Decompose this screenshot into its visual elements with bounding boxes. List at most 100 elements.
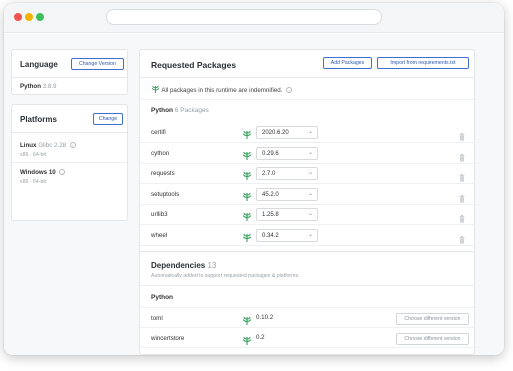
address-bar[interactable] (106, 9, 382, 25)
dependency-row: toml 0.10.2 Choose different version (140, 309, 476, 328)
language-title: Language (20, 60, 58, 69)
group-label: Python (151, 107, 174, 114)
language-value: Python 3.8.9 (20, 83, 56, 90)
dependencies-count: 13 (207, 261, 217, 270)
maximize-window-button[interactable] (36, 13, 44, 21)
chevron-down-icon: ⌄ (307, 211, 313, 217)
version-select[interactable]: 2020.6.20 ⌄ (256, 126, 318, 139)
version-select[interactable]: 0.29.6 ⌄ (256, 146, 318, 160)
tree-icon (242, 313, 252, 325)
dependencies-title: Dependencies (151, 261, 206, 270)
dependencies-group-label: Python (151, 294, 174, 301)
app-window: Language Change Version Python 3.8.9 Pla… (4, 3, 504, 355)
version-select[interactable]: 2.7.0 ⌄ (256, 167, 318, 180)
divider (140, 99, 474, 100)
platform-name: Windows 10 (20, 169, 56, 176)
indemnified-notice: All packages in this runtime are indemni… (151, 85, 293, 94)
change-platforms-button[interactable]: Change (93, 113, 123, 125)
tree-icon (242, 127, 252, 139)
notice-text: All packages in this runtime are indemni… (161, 87, 283, 94)
platforms-title: Platforms (20, 115, 57, 124)
requested-header: Requested Packages Add Packages Import f… (140, 50, 474, 78)
chevron-down-icon: ⌄ (307, 231, 313, 238)
group-count: 6 Packages (174, 107, 209, 114)
version-value: 1.25.8 (262, 212, 279, 218)
platforms-card: Platforms Change Linux Glibc 2.28 i x86 … (11, 104, 128, 221)
platform-arch: x86 · 64-bit (20, 152, 46, 158)
package-name: cython (151, 149, 170, 157)
dependencies-card: Dependencies 13 Automatically added to s… (139, 251, 476, 355)
page-content: Language Change Version Python 3.8.9 Pla… (4, 34, 504, 355)
tree-icon (242, 230, 252, 242)
package-row: setuptools 45.2.0 ⌄ (140, 185, 476, 205)
requested-packages-card: Requested Packages Add Packages Import f… (139, 49, 476, 274)
trash-icon[interactable] (459, 231, 465, 244)
minimize-window-button[interactable] (25, 13, 33, 21)
import-requirements-button[interactable]: Import from requirements.txt (377, 57, 469, 69)
language-version: 3.8.9 (42, 83, 57, 90)
package-row: requests 2.7.0 ⌄ (140, 164, 476, 184)
dependency-name: wincertstore (151, 335, 185, 342)
version-value: 45.2.0 (262, 191, 279, 198)
title-bar (4, 3, 504, 33)
info-icon[interactable]: i (69, 142, 76, 148)
trash-icon[interactable] (459, 210, 465, 223)
info-icon[interactable]: i (59, 169, 66, 175)
platform-item-linux: Linux Glibc 2.28 i x86 · 64-bit (20, 142, 76, 158)
package-name: certifi (151, 129, 166, 136)
platform-arch: x86 · 64-bit (20, 179, 46, 185)
version-select[interactable]: 0.34.2 ⌄ (256, 228, 318, 242)
platform-item-windows: Windows 10 i x86 · 64-bit (20, 169, 66, 185)
platform-name: Linux (20, 142, 37, 149)
trash-icon[interactable] (459, 149, 465, 162)
package-row: cython 0.29.6 ⌄ (140, 144, 476, 164)
dependency-version: 0.2 (256, 334, 265, 341)
close-window-button[interactable] (14, 13, 22, 21)
language-card-header: Language Change Version (12, 50, 127, 78)
package-name: urllib3 (151, 211, 168, 218)
tree-icon (242, 189, 252, 201)
choose-different-version-button[interactable]: Choose different version (396, 333, 469, 345)
tree-icon (242, 333, 252, 345)
tree-icon (242, 148, 252, 160)
dependency-row: wincertstore 0.2 Choose different version (140, 329, 476, 348)
dependency-version: 0.10.2 (256, 314, 274, 321)
chevron-down-icon: ⌄ (307, 190, 313, 197)
package-row: wheel 0.34.2 ⌄ (140, 226, 476, 246)
version-value: 0.29.6 (262, 150, 279, 157)
version-value: 0.34.2 (262, 232, 279, 239)
divider (140, 285, 474, 286)
trash-icon[interactable] (459, 128, 465, 141)
info-icon[interactable]: i (286, 87, 293, 93)
language-name: Python (20, 83, 41, 90)
dependencies-subtitle: Automatically added to support requested… (151, 273, 300, 279)
package-row: certifi 2020.6.20 ⌄ (140, 123, 476, 143)
version-select[interactable]: 1.25.8 ⌄ (256, 208, 318, 221)
chevron-down-icon: ⌄ (307, 170, 313, 176)
language-card: Language Change Version Python 3.8.9 (11, 49, 128, 95)
add-packages-button[interactable]: Add Packages (323, 57, 372, 69)
package-row: urllib3 1.25.8 ⌄ (140, 205, 476, 225)
dependency-name: toml (151, 315, 163, 322)
chevron-down-icon: ⌄ (307, 129, 313, 135)
choose-different-version-button[interactable]: Choose different version (396, 313, 469, 325)
tree-icon (151, 85, 160, 94)
version-value: 2.7.0 (262, 171, 276, 177)
package-name: setuptools (151, 190, 180, 198)
platform-detail: Glibc 2.28 (38, 142, 67, 149)
tree-icon (242, 168, 252, 180)
requested-group-header: Python 6 Packages (151, 107, 209, 114)
dependencies-heading: Dependencies 13 (151, 261, 216, 270)
change-version-button[interactable]: Change Version (71, 58, 124, 70)
version-value: 2020.6.20 (262, 130, 289, 136)
trash-icon[interactable] (459, 190, 465, 203)
trash-icon[interactable] (459, 169, 465, 182)
requested-title: Requested Packages (151, 60, 237, 70)
tree-icon (242, 209, 252, 221)
version-select[interactable]: 45.2.0 ⌄ (256, 187, 318, 201)
package-name: wheel (151, 231, 168, 239)
divider (140, 307, 474, 308)
chevron-down-icon: ⌄ (307, 149, 313, 156)
platforms-card-header: Platforms Change (12, 105, 127, 133)
package-name: requests (151, 170, 175, 177)
